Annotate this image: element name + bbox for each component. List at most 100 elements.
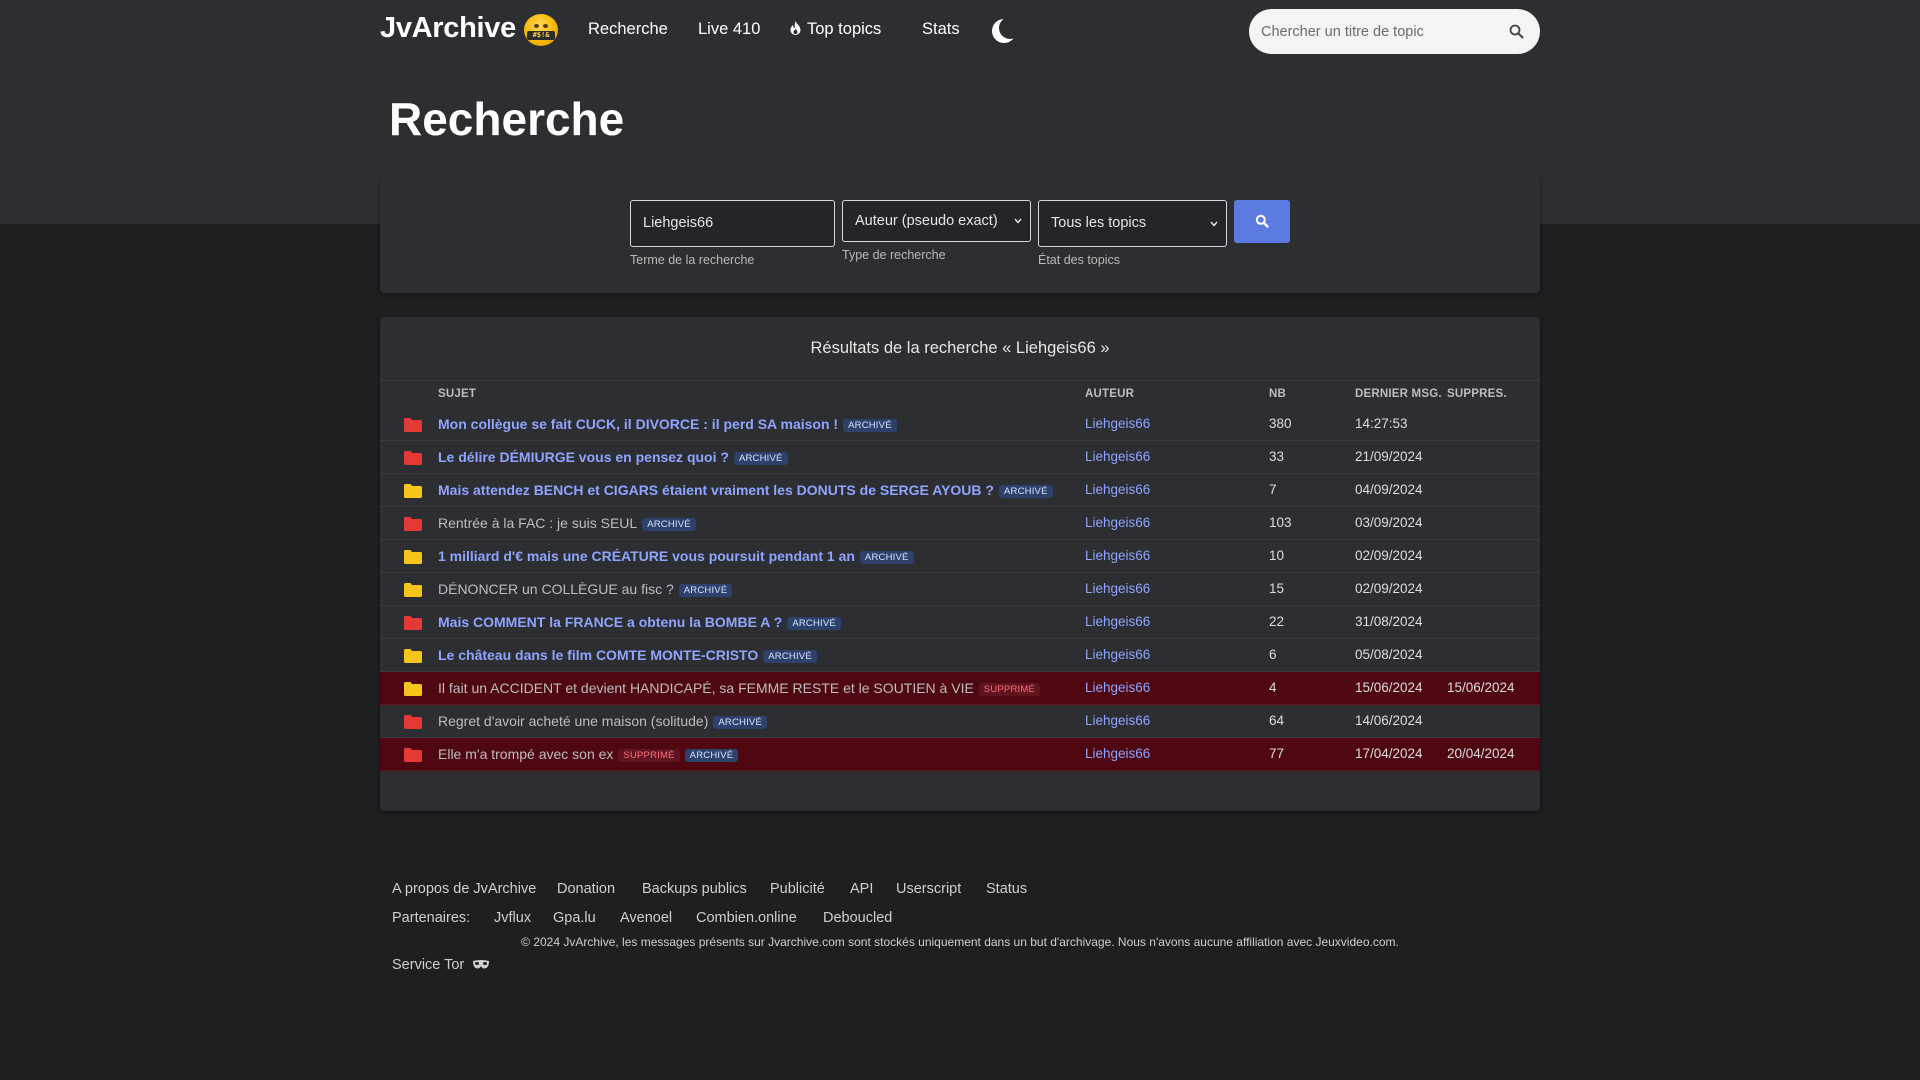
author-link[interactable]: Liehgeis66 (1085, 515, 1150, 530)
moon-icon[interactable] (990, 16, 1020, 46)
folder-icon (404, 682, 422, 696)
author-link[interactable]: Liehgeis66 (1085, 647, 1150, 662)
folder-icon (404, 418, 422, 432)
archived-badge: ARCHIVÉ (763, 650, 817, 663)
brand-logo[interactable]: JvArchive (380, 12, 516, 45)
footer-link-publicite[interactable]: Publicité (770, 881, 825, 897)
archived-badge: ARCHIVÉ (642, 518, 696, 531)
topic-link[interactable]: Le château dans le film COMTE MONTE-CRIS… (438, 647, 758, 663)
topic-subject: Mais attendez BENCH et CIGARS étaient vr… (438, 482, 1053, 498)
topic-link[interactable]: Mon collègue se fait CUCK, il DIVORCE : … (438, 416, 838, 432)
chevron-down-icon (1014, 218, 1022, 224)
chevron-down-icon (1210, 221, 1218, 227)
folder-icon (404, 649, 422, 663)
author-link[interactable]: Liehgeis66 (1085, 548, 1150, 563)
last-message-date: 02/09/2024 (1355, 548, 1423, 563)
censored-emoji-icon: #$!& (524, 14, 558, 46)
topic-link[interactable]: Regret d'avoir acheté une maison (solitu… (438, 713, 708, 729)
author-link[interactable]: Liehgeis66 (1085, 713, 1150, 728)
footer-link-backups[interactable]: Backups publics (642, 881, 747, 897)
results-panel: Résultats de la recherche « Liehgeis66 »… (380, 317, 1540, 811)
search-icon[interactable] (1509, 24, 1524, 39)
search-type-help: Type de recherche (842, 248, 946, 262)
table-row: Mais COMMENT la FRANCE a obtenu la BOMBE… (380, 606, 1540, 639)
nav-recherche[interactable]: Recherche (588, 20, 668, 39)
topic-search-input[interactable] (1261, 9, 1501, 54)
topic-subject: Rentrée à la FAC : je suis SEUL ARCHIVÉ (438, 515, 696, 531)
table-row: Le château dans le film COMTE MONTE-CRIS… (380, 639, 1540, 672)
partners-label: Partenaires: (392, 910, 471, 926)
table-row: DÉNONCER un COLLÈGUE au fisc ? ARCHIVÉ Lie… (380, 573, 1540, 606)
author-link[interactable]: Liehgeis66 (1085, 614, 1150, 629)
message-count: 33 (1269, 449, 1285, 464)
topic-state-select[interactable]: Tous les topics (1038, 200, 1227, 247)
nav-live-410[interactable]: Live 410 (698, 20, 760, 39)
footer-link-status[interactable]: Status (986, 881, 1027, 897)
message-count: 15 (1269, 581, 1285, 596)
partner-link-gpa[interactable]: Gpa.lu (553, 910, 596, 926)
topic-link[interactable]: Elle m'a trompé avec son ex (438, 746, 613, 762)
archived-badge: ARCHIVÉ (733, 452, 788, 465)
topic-subject: Mon collègue se fait CUCK, il DIVORCE : … (438, 416, 897, 432)
message-count: 22 (1269, 614, 1285, 629)
navbar: JvArchive #$!& Recherche Live 410 Top to… (380, 0, 1540, 62)
nav-top-topics[interactable]: Top topics (790, 20, 881, 39)
archived-badge: ARCHIVÉ (678, 584, 733, 597)
nav-stats[interactable]: Stats (922, 20, 960, 39)
partner-link-avenoel[interactable]: Avenoel (620, 910, 672, 926)
archived-badge: ARCHIVÉ (684, 749, 739, 762)
topic-link[interactable]: Mais COMMENT la FRANCE a obtenu la BOMBE… (438, 614, 782, 630)
tor-service-link[interactable]: Service Tor (392, 957, 490, 973)
deleted-badge: SUPPRIMÉ (978, 683, 1041, 696)
search-term-input[interactable]: Liehgeis66 (630, 200, 835, 247)
footer-link-about[interactable]: A propos de JvArchive (392, 881, 536, 897)
table-row: Regret d'avoir acheté une maison (solitu… (380, 705, 1540, 738)
last-message-date: 02/09/2024 (1355, 581, 1423, 596)
footer-link-donation[interactable]: Donation (557, 881, 615, 897)
copyright-notice: © 2024 JvArchive, les messages présents … (521, 935, 1399, 949)
last-message-date: 15/06/2024 (1355, 680, 1423, 695)
last-message-date: 17/04/2024 (1355, 746, 1423, 761)
archived-badge: ARCHIVÉ (713, 716, 768, 729)
folder-icon (404, 550, 422, 564)
search-term-help: Terme de la recherche (630, 253, 755, 267)
footer-link-userscript[interactable]: Userscript (896, 881, 961, 897)
topic-link[interactable]: DÉNONCER un COLLÈGUE au fisc ? (438, 581, 674, 597)
partner-link-combien[interactable]: Combien.online (696, 910, 797, 926)
folder-icon (404, 616, 422, 630)
mask-icon (473, 960, 490, 969)
author-link[interactable]: Liehgeis66 (1085, 416, 1150, 431)
topic-state-value: Tous les topics (1051, 215, 1147, 231)
topic-link[interactable]: Il fait un ACCIDENT et devient HANDICAPÉ… (438, 680, 974, 696)
table-row: 1 milliard d'€ mais une CRÉATURE vous po… (380, 540, 1540, 573)
partner-link-jvflux[interactable]: Jvflux (494, 910, 531, 926)
topic-link[interactable]: 1 milliard d'€ mais une CRÉATURE vous po… (438, 548, 855, 564)
footer-link-api[interactable]: API (850, 881, 873, 897)
topic-link[interactable]: Mais attendez BENCH et CIGARS étaient vr… (438, 482, 994, 498)
author-link[interactable]: Liehgeis66 (1085, 746, 1150, 761)
last-message-date: 04/09/2024 (1355, 482, 1423, 497)
topic-subject: Il fait un ACCIDENT et devient HANDICAPÉ… (438, 680, 1041, 696)
deletion-date: 15/06/2024 (1447, 680, 1515, 695)
message-count: 103 (1269, 515, 1292, 530)
deleted-badge: SUPPRIMÉ (618, 749, 680, 762)
topic-subject: DÉNONCER un COLLÈGUE au fisc ? ARCHIVÉ (438, 581, 733, 597)
last-message-date: 03/09/2024 (1355, 515, 1423, 530)
partner-link-deboucled[interactable]: Deboucled (823, 910, 892, 926)
last-message-date: 14:27:53 (1355, 416, 1408, 431)
topic-search-box (1249, 9, 1540, 54)
author-link[interactable]: Liehgeis66 (1085, 449, 1150, 464)
author-link[interactable]: Liehgeis66 (1085, 680, 1150, 695)
deletion-date: 20/04/2024 (1447, 746, 1515, 761)
topic-subject: Le château dans le film COMTE MONTE-CRIS… (438, 647, 817, 663)
search-icon (1255, 214, 1269, 228)
topic-subject: 1 milliard d'€ mais une CRÉATURE vous po… (438, 548, 914, 564)
folder-icon (404, 748, 422, 762)
topic-link[interactable]: Le délire DÉMIURGE vous en pensez quoi ? (438, 449, 729, 465)
author-link[interactable]: Liehgeis66 (1085, 581, 1150, 596)
search-submit-button[interactable] (1234, 200, 1290, 243)
topic-link[interactable]: Rentrée à la FAC : je suis SEUL (438, 515, 637, 531)
search-type-select[interactable]: Auteur (pseudo exact) (842, 200, 1031, 242)
topic-subject: Regret d'avoir acheté une maison (solitu… (438, 713, 768, 729)
author-link[interactable]: Liehgeis66 (1085, 482, 1150, 497)
